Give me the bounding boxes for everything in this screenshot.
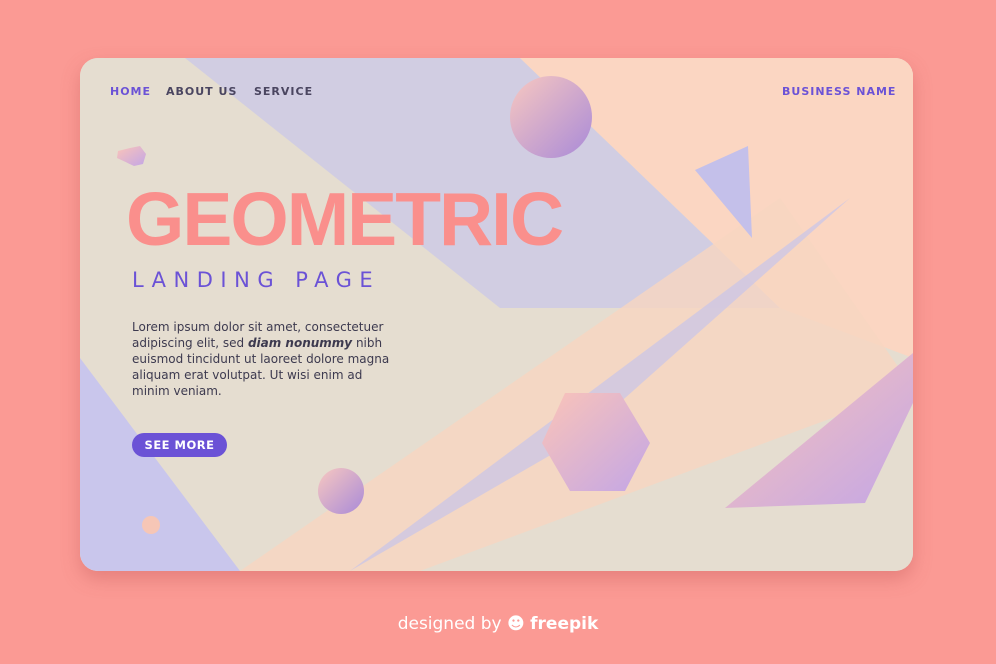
credit-prefix: designed by xyxy=(397,614,502,634)
nav-home[interactable]: HOME xyxy=(110,85,151,98)
sphere-medium xyxy=(318,468,364,514)
sphere-large xyxy=(510,76,592,158)
see-more-button[interactable]: SEE MORE xyxy=(132,433,227,457)
hero-subtitle: LANDING PAGE xyxy=(132,268,381,292)
description-emphasis: diam nonummy xyxy=(247,336,353,350)
credit-brand: freepik xyxy=(530,614,599,634)
hero-title: GEOMETRIC xyxy=(126,177,564,261)
hero-description: Lorem ipsum dolor sit amet, consectetuer… xyxy=(132,319,392,399)
business-name[interactable]: BUSINESS NAME xyxy=(782,85,896,98)
freepik-logo-icon: ☻ xyxy=(507,614,525,634)
sphere-small xyxy=(142,516,160,534)
landing-card: HOME ABOUT US SERVICE BUSINESS NAME GEOM… xyxy=(80,58,913,571)
nav-about-us[interactable]: ABOUT US xyxy=(166,85,237,98)
footer-credit: designed by ☻ freepik xyxy=(0,614,996,634)
nav-service[interactable]: SERVICE xyxy=(254,85,313,98)
geometric-background xyxy=(80,58,913,571)
